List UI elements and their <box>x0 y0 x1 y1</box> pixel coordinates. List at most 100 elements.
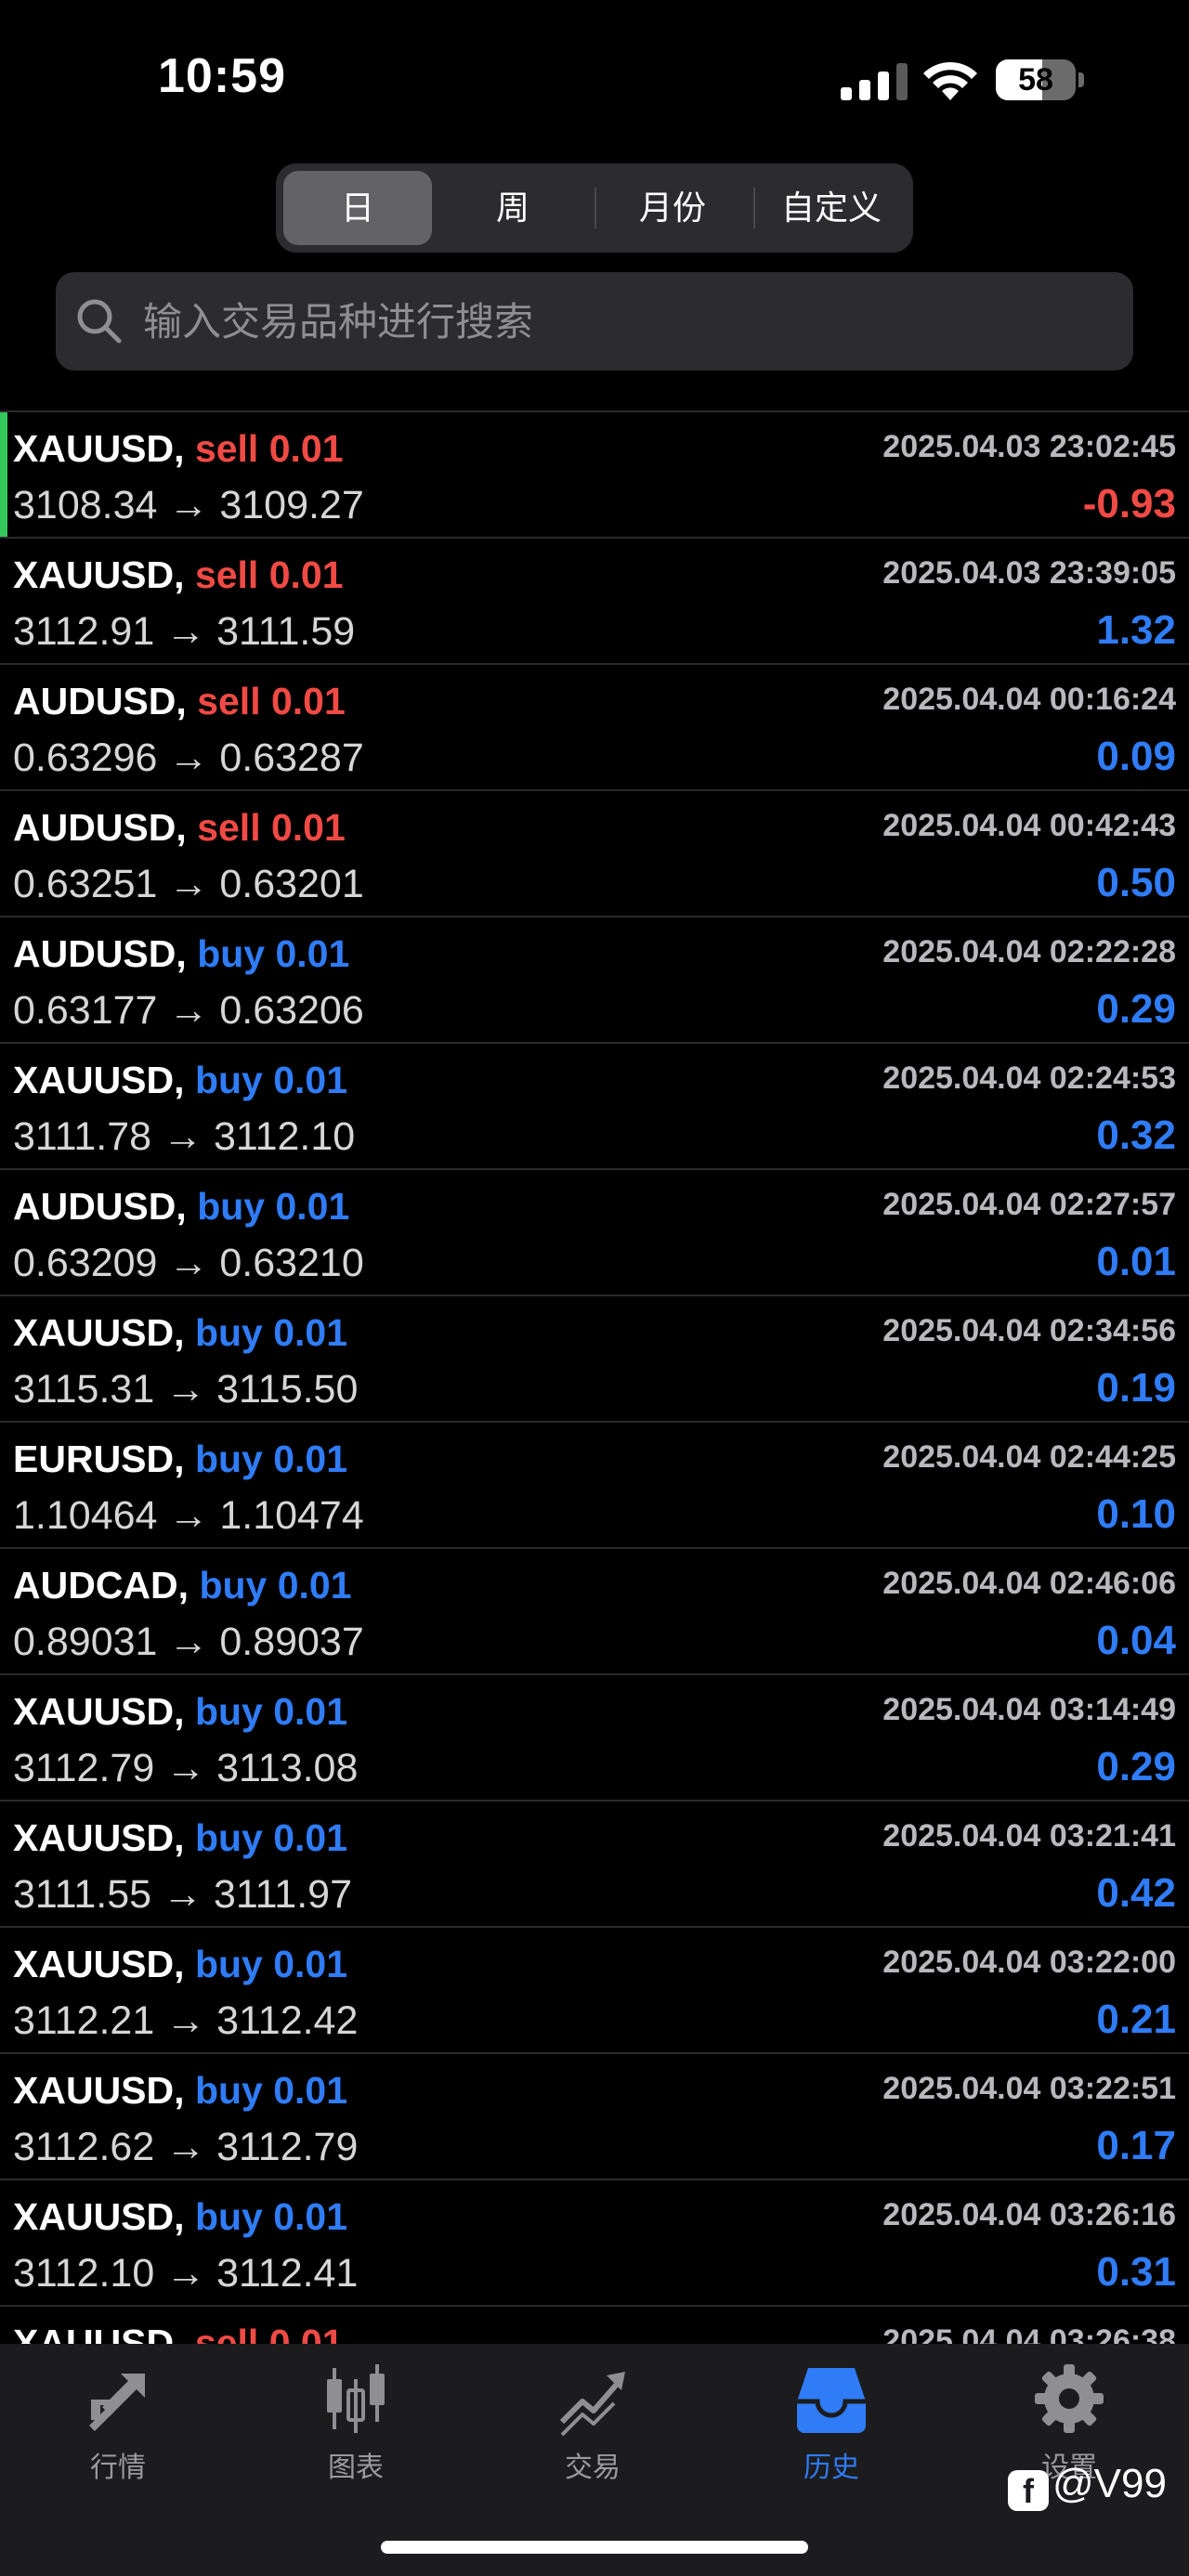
symbol-name: AUDUSD, <box>13 680 187 722</box>
trade-side-volume: sell 0.01 <box>194 427 344 470</box>
status-bar: 10:59 58 <box>0 0 1189 158</box>
trade-row[interactable]: AUDUSD, buy 0.01 2025.04.04 02:27:57 0.632… <box>0 1170 1189 1296</box>
trade-symbol: XAUUSD, buy 0.01 <box>13 2195 347 2239</box>
battery-level-text: 58 <box>1018 62 1053 98</box>
symbol-name: XAUUSD, <box>13 2322 185 2346</box>
trade-row[interactable]: EURUSD, buy 0.01 2025.04.04 02:44:25 1.104… <box>0 1423 1189 1549</box>
quotes-arrows-icon <box>89 2374 145 2431</box>
trade-side-volume: buy 0.01 <box>194 1943 348 1985</box>
trade-time: 2025.04.04 02:22:28 <box>882 934 1176 969</box>
trade-profit: 0.01 <box>1096 1239 1176 1284</box>
trade-side-volume: buy 0.01 <box>194 1438 348 1480</box>
tab-trade[interactable]: 交易 <box>509 2361 676 2500</box>
tab-custom[interactable]: 自定义 <box>757 171 906 245</box>
trade-symbol: AUDUSD, sell 0.01 <box>13 806 346 850</box>
tab-month[interactable]: 月份 <box>598 171 747 245</box>
trade-side-volume: buy 0.01 <box>194 2195 348 2238</box>
trade-prices: 3115.31 → 3115.50 <box>13 1367 359 1412</box>
trade-prices: 3112.79 → 3113.08 <box>13 1746 359 1790</box>
trade-profit: 0.10 <box>1096 1491 1176 1537</box>
symbol-name: XAUUSD, <box>13 1059 185 1101</box>
trade-side-volume: sell 0.01 <box>197 680 346 722</box>
trade-row[interactable]: XAUUSD, buy 0.01 2025.04.04 02:34:56 3115.… <box>0 1296 1189 1423</box>
trade-time: 2025.04.03 23:02:45 <box>882 429 1176 464</box>
trade-row[interactable]: XAUUSD, buy 0.01 2025.04.04 02:24:53 3111.… <box>0 1044 1189 1170</box>
trade-profit: 0.04 <box>1096 1618 1176 1663</box>
search-bar[interactable] <box>56 272 1133 372</box>
trade-time: 2025.04.04 02:34:56 <box>882 1313 1176 1348</box>
history-inbox-icon <box>797 2368 866 2433</box>
trade-time: 2025.04.03 23:39:05 <box>882 555 1176 591</box>
trade-prices: 3112.62 → 3112.79 <box>13 2125 359 2169</box>
tab-charts[interactable]: 图表 <box>272 2361 439 2500</box>
trade-prices: 0.89031 → 0.89037 <box>13 1620 364 1664</box>
search-input[interactable] <box>141 272 1111 372</box>
segment-divider <box>594 188 596 228</box>
watermark: f @V99 <box>1008 2461 1167 2511</box>
trade-prices: 3111.55 → 3111.97 <box>13 1872 352 1917</box>
symbol-name: AUDCAD, <box>13 1564 189 1607</box>
tab-label: 行情 <box>90 2452 146 2483</box>
symbol-name: XAUUSD, <box>13 1943 185 1985</box>
trade-row[interactable]: XAUUSD, sell 0.01 2025.04.03 23:02:45 3108… <box>0 412 1189 539</box>
tab-history[interactable]: 历史 <box>748 2361 915 2500</box>
tab-week[interactable]: 周 <box>438 171 587 245</box>
tab-quotes[interactable]: 行情 <box>34 2361 202 2500</box>
trade-row[interactable]: XAUUSD, buy 0.01 2025.04.04 03:22:51 3112.… <box>0 2054 1189 2180</box>
tab-label: 交易 <box>565 2452 621 2483</box>
trade-profit: 0.17 <box>1096 2123 1176 2168</box>
trade-history-list[interactable]: XAUUSD, sell 0.01 2025.04.03 23:02:45 3108… <box>0 410 1189 2346</box>
trade-row[interactable]: AUDUSD, sell 0.01 2025.04.04 00:16:24 0.63… <box>0 665 1189 791</box>
trade-profit: 0.09 <box>1096 734 1176 779</box>
trade-row[interactable]: AUDUSD, sell 0.01 2025.04.04 00:42:43 0.63… <box>0 791 1189 917</box>
symbol-name: AUDUSD, <box>13 806 187 849</box>
trade-row[interactable]: AUDCAD, buy 0.01 2025.04.04 02:46:06 0.890… <box>0 1549 1189 1675</box>
trade-side-volume: buy 0.01 <box>197 1185 350 1228</box>
trade-side-volume: buy 0.01 <box>194 2069 348 2112</box>
home-indicator[interactable] <box>381 2541 808 2554</box>
tab-label: 图表 <box>328 2452 384 2483</box>
trade-symbol: XAUUSD, buy 0.01 <box>13 1311 347 1355</box>
watermark-text: @V99 <box>1052 2461 1167 2506</box>
trade-time: 2025.04.04 03:26:16 <box>882 2197 1176 2232</box>
search-icon <box>77 299 122 344</box>
trade-time: 2025.04.04 02:24:53 <box>882 1060 1176 1096</box>
trade-prices: 3112.21 → 3112.42 <box>13 1998 359 2043</box>
symbol-name: XAUUSD, <box>13 553 185 596</box>
symbol-name: XAUUSD, <box>13 1690 185 1733</box>
trade-symbol: EURUSD, buy 0.01 <box>13 1438 347 1481</box>
trade-time: 2025.04.04 02:27:57 <box>882 1187 1176 1222</box>
trade-prices: 3111.78 → 3112.10 <box>13 1114 356 1159</box>
battery-icon: 58 <box>996 59 1085 100</box>
trade-profit: 0.50 <box>1096 860 1176 905</box>
trade-trend-icon <box>559 2372 625 2437</box>
trade-row[interactable]: XAUUSD, sell 0.01 2025.04.03 23:39:05 3112… <box>0 539 1189 665</box>
facebook-logo-icon: f <box>1008 2470 1049 2511</box>
trade-row[interactable]: XAUUSD, buy 0.01 2025.04.04 03:21:41 3111.… <box>0 1802 1189 1928</box>
trade-time: 2025.04.04 00:42:43 <box>882 808 1176 843</box>
trade-row[interactable]: XAUUSD, buy 0.01 2025.04.04 03:14:49 3112.… <box>0 1675 1189 1802</box>
trade-time: 2025.04.04 03:26:38 <box>882 2323 1176 2346</box>
trade-profit: 0.21 <box>1096 1997 1176 2042</box>
trade-row[interactable]: XAUUSD, buy 0.01 2025.04.04 03:22:00 3112.… <box>0 1928 1189 2054</box>
trade-row[interactable]: XAUUSD, sell 0.01 2025.04.04 03:26:38 <box>0 2307 1189 2346</box>
trade-profit: 0.31 <box>1096 2249 1176 2295</box>
trade-prices: 3108.34 → 3109.27 <box>13 483 364 527</box>
segment-divider <box>753 188 755 228</box>
trade-side-volume: buy 0.01 <box>194 1311 348 1354</box>
trade-row[interactable]: AUDUSD, buy 0.01 2025.04.04 02:22:28 0.631… <box>0 917 1189 1044</box>
symbol-name: XAUUSD, <box>13 1816 185 1859</box>
trade-side-volume: sell 0.01 <box>194 2322 344 2346</box>
trade-time: 2025.04.04 02:44:25 <box>882 1439 1176 1475</box>
trade-time: 2025.04.04 03:14:49 <box>882 1692 1176 1727</box>
tab-day[interactable]: 日 <box>283 171 432 245</box>
trade-profit: 0.42 <box>1096 1870 1176 1916</box>
trade-side-volume: buy 0.01 <box>199 1564 352 1607</box>
trade-profit: 0.32 <box>1096 1112 1176 1158</box>
status-time: 10:59 <box>158 49 286 103</box>
trade-prices: 1.10464 → 1.10474 <box>13 1493 364 1538</box>
trade-profit: 0.29 <box>1096 986 1176 1032</box>
trade-profit: 0.19 <box>1096 1365 1176 1411</box>
trade-symbol: AUDUSD, buy 0.01 <box>13 932 349 976</box>
trade-row[interactable]: XAUUSD, buy 0.01 2025.04.04 03:26:16 3112.… <box>0 2180 1189 2307</box>
